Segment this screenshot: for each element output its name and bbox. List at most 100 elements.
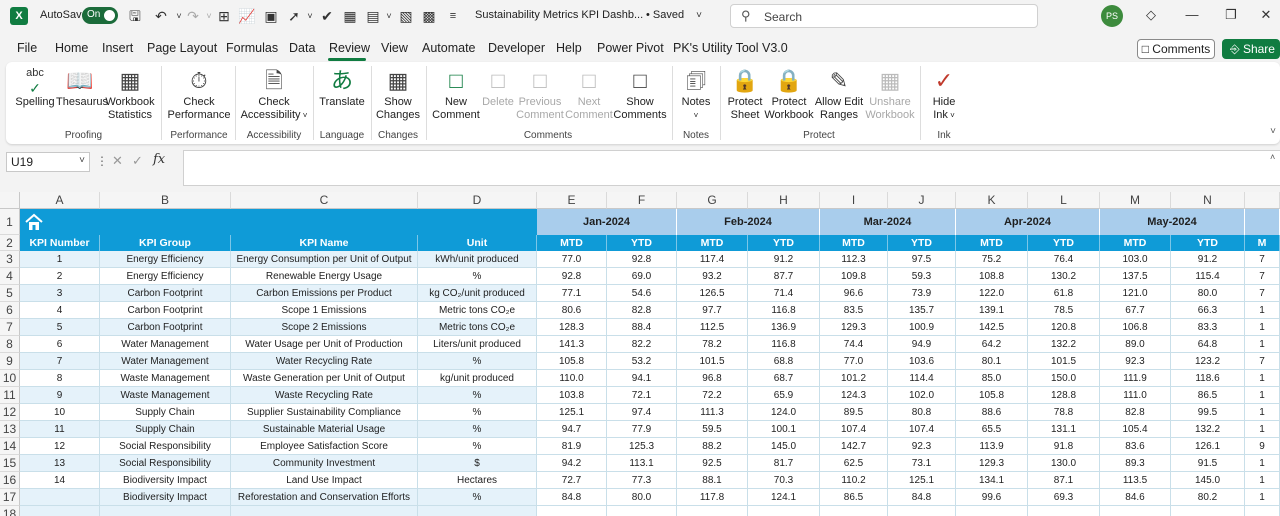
- kpi-number-cell[interactable]: 4: [20, 302, 100, 319]
- value-cell[interactable]: 86.5: [1171, 387, 1245, 404]
- value-cell[interactable]: 97.5: [888, 251, 956, 268]
- value-cell[interactable]: 97.7: [677, 302, 748, 319]
- kpi-number-cell[interactable]: 12: [20, 438, 100, 455]
- value-cell[interactable]: 122.0: [956, 285, 1028, 302]
- column-header-h[interactable]: H: [748, 192, 820, 209]
- unit-cell[interactable]: %: [418, 268, 537, 285]
- user-avatar[interactable]: PS: [1101, 5, 1123, 27]
- undo-icon[interactable]: ↶: [152, 7, 170, 25]
- value-cell[interactable]: 142.5: [956, 319, 1028, 336]
- kpi-group-cell[interactable]: Biodiversity Impact: [100, 472, 231, 489]
- value-cell[interactable]: 116.8: [748, 302, 820, 319]
- value-cell[interactable]: 126.1: [1171, 438, 1245, 455]
- value-cell[interactable]: 92.5: [677, 455, 748, 472]
- column-header-e[interactable]: E: [537, 192, 607, 209]
- row-header[interactable]: 4: [0, 268, 20, 285]
- tab-help[interactable]: Help: [556, 41, 582, 55]
- value-cell[interactable]: 96.8: [677, 370, 748, 387]
- value-cell[interactable]: 80.0: [607, 489, 677, 506]
- unit-cell[interactable]: kg CO₂/unit produced: [418, 285, 537, 302]
- value-cell[interactable]: 94.9: [888, 336, 956, 353]
- row-header[interactable]: 12: [0, 404, 20, 421]
- value-cell[interactable]: 117.4: [677, 251, 748, 268]
- value-cell[interactable]: 125.1: [537, 404, 607, 421]
- value-cell[interactable]: 145.0: [1171, 472, 1245, 489]
- column-header-n[interactable]: N: [1171, 192, 1245, 209]
- kpi-name-cell[interactable]: Waste Recycling Rate: [231, 387, 418, 404]
- row-header[interactable]: 7: [0, 319, 20, 336]
- unit-cell[interactable]: Metric tons CO₂e: [418, 302, 537, 319]
- column-header-c[interactable]: C: [231, 192, 418, 209]
- row-header[interactable]: 3: [0, 251, 20, 268]
- tab-home[interactable]: Home: [55, 41, 88, 55]
- tab-formulas[interactable]: Formulas: [226, 41, 278, 55]
- value-cell[interactable]: 142.7: [820, 438, 888, 455]
- kpi-number-cell[interactable]: 14: [20, 472, 100, 489]
- value-cell[interactable]: 97.4: [607, 404, 677, 421]
- value-cell[interactable]: 130.0: [1028, 455, 1100, 472]
- value-cell[interactable]: 82.8: [607, 302, 677, 319]
- tab-insert[interactable]: Insert: [102, 41, 133, 55]
- value-cell[interactable]: 74.4: [820, 336, 888, 353]
- value-cell[interactable]: 1: [1245, 421, 1280, 438]
- allow-edit-ranges-button[interactable]: ✎ Allow Edit Ranges: [814, 66, 864, 122]
- value-cell[interactable]: 68.7: [748, 370, 820, 387]
- row-header[interactable]: 15: [0, 455, 20, 472]
- value-cell[interactable]: 73.1: [888, 455, 956, 472]
- value-cell[interactable]: 103.8: [537, 387, 607, 404]
- value-cell[interactable]: 150.0: [1028, 370, 1100, 387]
- value-cell[interactable]: 101.5: [1028, 353, 1100, 370]
- value-cell[interactable]: 84.6: [1100, 489, 1171, 506]
- value-cell[interactable]: 94.2: [537, 455, 607, 472]
- value-cell[interactable]: 91.2: [748, 251, 820, 268]
- row-header[interactable]: 17: [0, 489, 20, 506]
- empty-cell[interactable]: [418, 506, 537, 516]
- kpi-number-cell[interactable]: 9: [20, 387, 100, 404]
- autosave-toggle[interactable]: On: [82, 7, 118, 24]
- kpi-name-cell[interactable]: Community Investment: [231, 455, 418, 472]
- value-cell[interactable]: 61.8: [1028, 285, 1100, 302]
- kpi-group-cell[interactable]: Waste Management: [100, 370, 231, 387]
- value-cell[interactable]: 92.8: [537, 268, 607, 285]
- value-cell[interactable]: 73.9: [888, 285, 956, 302]
- show-comments-button[interactable]: □ Show Comments: [612, 66, 668, 122]
- restore-icon[interactable]: ❐: [1219, 5, 1243, 25]
- value-cell[interactable]: 106.8: [1100, 319, 1171, 336]
- column-header-b[interactable]: B: [100, 192, 231, 209]
- value-cell[interactable]: 128.3: [537, 319, 607, 336]
- kpi-number-cell[interactable]: 10: [20, 404, 100, 421]
- value-cell[interactable]: 91.5: [1171, 455, 1245, 472]
- unit-cell[interactable]: %: [418, 489, 537, 506]
- unit-cell[interactable]: Metric tons CO₂e: [418, 319, 537, 336]
- unit-cell[interactable]: Liters/unit produced: [418, 336, 537, 353]
- value-cell[interactable]: 1: [1245, 387, 1280, 404]
- notes-button[interactable]: 🗊 Notes ˅: [675, 66, 717, 122]
- unshare-workbook-button[interactable]: ▦ Unshare Workbook: [864, 66, 916, 122]
- row-header[interactable]: 16: [0, 472, 20, 489]
- tab-view[interactable]: View: [381, 41, 408, 55]
- empty-cell[interactable]: [231, 506, 418, 516]
- value-cell[interactable]: 77.0: [820, 353, 888, 370]
- column-header-m[interactable]: M: [1100, 192, 1171, 209]
- borders-icon[interactable]: ⊞: [215, 7, 233, 25]
- value-cell[interactable]: 120.8: [1028, 319, 1100, 336]
- value-cell[interactable]: 112.3: [820, 251, 888, 268]
- form-icon[interactable]: ▩: [420, 7, 438, 25]
- kpi-name-cell[interactable]: Employee Satisfaction Score: [231, 438, 418, 455]
- value-cell[interactable]: 94.1: [607, 370, 677, 387]
- unit-cell[interactable]: %: [418, 353, 537, 370]
- value-cell[interactable]: 103.0: [1100, 251, 1171, 268]
- value-cell[interactable]: 109.8: [820, 268, 888, 285]
- spreadsheet-grid[interactable]: A B C D E F G H I J K L M N 1 2 3 4 5 6 7 8 9 10 11 12 13 14 15 16 17 1…: [0, 192, 1280, 516]
- column-header-i[interactable]: I: [820, 192, 888, 209]
- customize-toolbar-icon[interactable]: ≡: [444, 7, 462, 25]
- value-cell[interactable]: 99.6: [956, 489, 1028, 506]
- cancel-icon[interactable]: ✕: [112, 153, 123, 169]
- empty-cell[interactable]: [100, 506, 231, 516]
- minimize-icon[interactable]: —: [1180, 5, 1204, 25]
- value-cell[interactable]: 78.5: [1028, 302, 1100, 319]
- unit-cell[interactable]: Hectares: [418, 472, 537, 489]
- value-cell[interactable]: 132.2: [1028, 336, 1100, 353]
- column-header-l[interactable]: L: [1028, 192, 1100, 209]
- collapse-ribbon-icon[interactable]: ˅: [1270, 126, 1276, 137]
